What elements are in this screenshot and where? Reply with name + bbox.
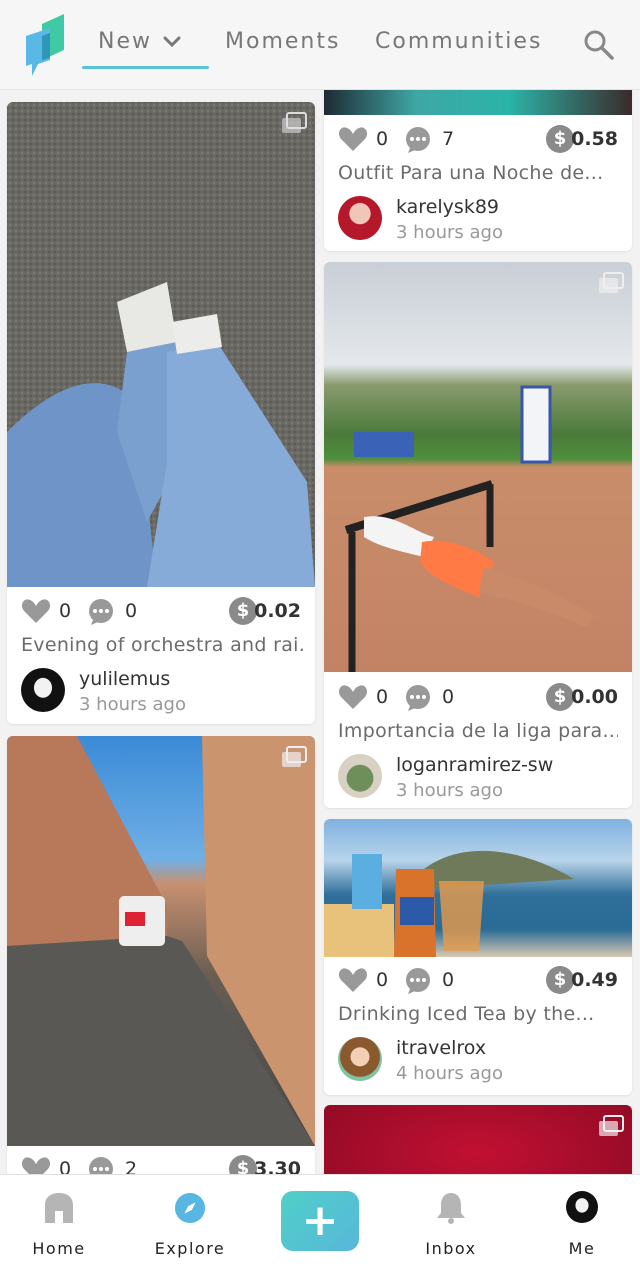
nav-home-label: Home	[32, 1239, 86, 1258]
post-time: 3 hours ago	[396, 780, 503, 801]
multiple-images-icon	[282, 112, 307, 133]
post-author[interactable]: karelysk89	[396, 196, 499, 218]
chevron-down-icon[interactable]	[162, 34, 182, 50]
post-author[interactable]: loganramirez-sw	[396, 754, 553, 776]
plus-icon: +	[301, 1195, 339, 1246]
avatar[interactable]	[338, 1037, 382, 1081]
street-illustration	[7, 736, 315, 1146]
post-image[interactable]	[324, 262, 632, 672]
tab-communities[interactable]: Communities	[375, 29, 542, 54]
avatar[interactable]	[21, 668, 65, 712]
comment-count: 0	[442, 686, 455, 708]
heart-icon[interactable]	[338, 126, 368, 152]
post-title[interactable]: Evening of orchestra and rai...	[21, 634, 306, 656]
home-icon	[45, 1193, 73, 1223]
beach-illustration	[324, 850, 574, 957]
post-title[interactable]: Importancia de la liga para...	[338, 720, 618, 742]
app-logo[interactable]	[24, 14, 68, 78]
avatar	[566, 1191, 598, 1223]
top-bar: New Moments Communities	[0, 0, 640, 90]
heart-icon[interactable]	[338, 684, 368, 710]
post-card[interactable]: 0 0 $ 0.02 Evening of orchestra and rai.…	[7, 102, 315, 724]
bell-icon	[437, 1193, 465, 1224]
post-card[interactable]: 0 0 $ 0.49 Drinking Iced Tea by the... i…	[324, 819, 632, 1095]
dollar-icon: $	[229, 1155, 257, 1174]
payout-amount: 3.30	[254, 1158, 301, 1174]
post-time: 4 hours ago	[396, 1063, 503, 1084]
comment-icon[interactable]	[87, 1156, 115, 1174]
post-author[interactable]: itravelrox	[396, 1037, 486, 1059]
heart-icon[interactable]	[21, 598, 51, 624]
dollar-icon: $	[546, 683, 574, 711]
like-count: 0	[59, 600, 72, 622]
comment-count: 7	[442, 128, 455, 150]
create-post-button[interactable]: +	[281, 1191, 359, 1251]
avatar[interactable]	[338, 754, 382, 798]
nav-inbox-label: Inbox	[425, 1239, 477, 1258]
like-count: 0	[59, 1158, 72, 1174]
comment-icon[interactable]	[404, 126, 432, 154]
post-title[interactable]: Outfit Para una Noche de...	[338, 162, 618, 184]
post-stats: 0 2 $ 3.30	[21, 1154, 301, 1174]
post-stats: 0 7 $ 0.58	[338, 124, 618, 154]
post-time: 3 hours ago	[79, 694, 186, 715]
avatar[interactable]	[338, 196, 382, 240]
post-card[interactable]: 0 0 $ 0.00 Importancia de la liga para..…	[324, 262, 632, 808]
compass-icon	[174, 1192, 206, 1224]
post-card[interactable]	[324, 1105, 632, 1174]
post-time: 3 hours ago	[396, 222, 503, 243]
dollar-icon: $	[546, 966, 574, 994]
post-card[interactable]: 0 7 $ 0.58 Outfit Para una Noche de... k…	[324, 90, 632, 251]
post-feed[interactable]: 0 7 $ 0.58 Outfit Para una Noche de... k…	[0, 90, 640, 1174]
payout-amount: 0.00	[571, 686, 618, 708]
multiple-images-icon	[282, 746, 307, 767]
post-image[interactable]	[324, 819, 632, 957]
like-count: 0	[376, 128, 389, 150]
nav-explore-label: Explore	[154, 1239, 226, 1258]
nav-inbox[interactable]: Inbox	[396, 1189, 506, 1269]
comment-count: 0	[125, 600, 138, 622]
post-card[interactable]: 0 2 $ 3.30	[7, 736, 315, 1174]
bottom-navigation: Home Explore + Inbox Me	[0, 1174, 640, 1280]
comment-icon[interactable]	[404, 967, 432, 995]
heart-icon[interactable]	[338, 967, 368, 993]
post-stats: 0 0 $ 0.49	[338, 965, 618, 995]
payout-amount: 0.49	[571, 969, 618, 991]
post-author[interactable]: yulilemus	[79, 668, 170, 690]
heart-icon[interactable]	[21, 1156, 51, 1174]
search-icon[interactable]	[582, 28, 616, 62]
multiple-images-icon	[599, 1115, 624, 1136]
nav-me[interactable]: Me	[527, 1189, 637, 1269]
post-stats: 0 0 $ 0.00	[338, 682, 618, 712]
nav-explore[interactable]: Explore	[135, 1189, 245, 1269]
like-count: 0	[376, 969, 389, 991]
post-image[interactable]	[324, 90, 632, 115]
multiple-images-icon	[599, 272, 624, 293]
post-image[interactable]	[7, 736, 315, 1146]
park-illustration	[344, 385, 594, 672]
nav-me-label: Me	[568, 1239, 596, 1258]
tab-moments[interactable]: Moments	[225, 29, 340, 54]
nav-home[interactable]: Home	[4, 1189, 114, 1269]
post-image[interactable]	[324, 1105, 632, 1174]
payout-amount: 0.02	[254, 600, 301, 622]
comment-icon[interactable]	[404, 684, 432, 712]
jeans-illustration	[7, 282, 315, 587]
post-title[interactable]: Drinking Iced Tea by the...	[338, 1003, 618, 1025]
comment-count: 0	[442, 969, 455, 991]
comment-icon[interactable]	[87, 598, 115, 626]
tab-new[interactable]: New	[98, 29, 152, 54]
active-tab-indicator	[82, 66, 209, 69]
post-stats: 0 0 $ 0.02	[21, 596, 301, 626]
payout-amount: 0.58	[571, 128, 618, 150]
like-count: 0	[376, 686, 389, 708]
post-image[interactable]	[7, 102, 315, 587]
comment-count: 2	[125, 1158, 138, 1174]
dollar-icon: $	[546, 125, 574, 153]
dollar-icon: $	[229, 597, 257, 625]
